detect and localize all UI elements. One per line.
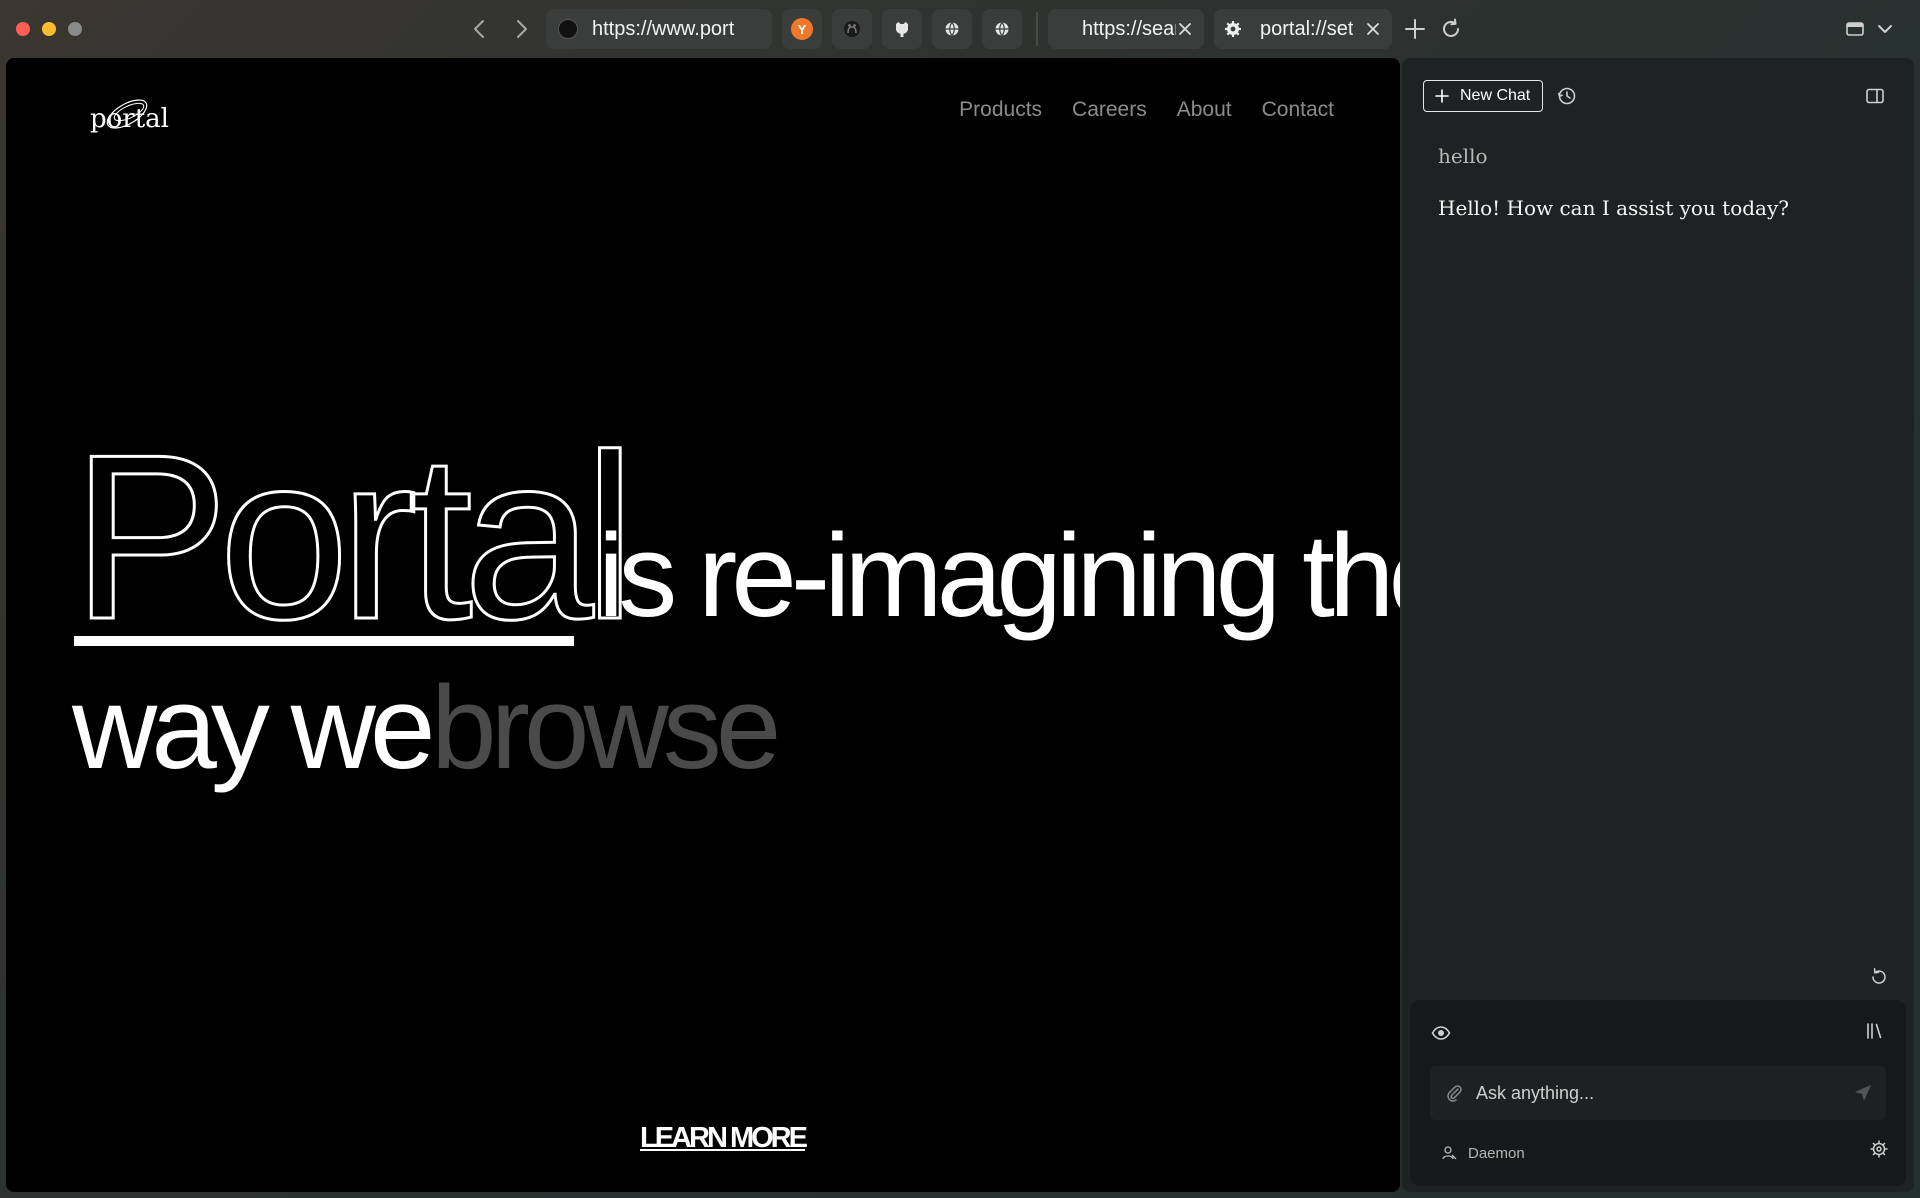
model-name: Daemon: [1468, 1144, 1525, 1162]
chat-composer: Daemon: [1410, 1000, 1906, 1186]
nav-careers[interactable]: Careers: [1072, 98, 1147, 122]
user-message: hello: [1438, 144, 1488, 168]
learn-more-link[interactable]: LEARN MORE: [640, 1122, 808, 1155]
address-bar[interactable]: https://www.port: [546, 9, 772, 49]
history-icon[interactable]: [1556, 85, 1580, 109]
address-url: https://www.port: [592, 17, 735, 40]
hero-accent-word: browse: [431, 662, 777, 794]
nav-about[interactable]: About: [1177, 98, 1232, 122]
library-icon[interactable]: [1864, 1020, 1888, 1044]
refresh-icon[interactable]: [1868, 966, 1892, 990]
hero-line2-start: way we: [71, 662, 431, 794]
plus-icon: [1435, 89, 1449, 103]
minimize-window-button[interactable]: [42, 22, 56, 36]
assistant-panel: New Chat hello Hello! How can I assist y…: [1402, 58, 1914, 1192]
hero-headline: Portal is re-imagining the way we browse: [71, 404, 1401, 795]
hero-underline: [74, 636, 574, 646]
reload-icon[interactable]: [1436, 14, 1466, 44]
nav-products[interactable]: Products: [959, 98, 1042, 122]
pinned-tab-globe-2[interactable]: [982, 9, 1022, 49]
pinned-tab-github-1[interactable]: [832, 9, 872, 49]
pinned-tab-ycombinator[interactable]: Y: [782, 9, 822, 49]
agent-icon: [1442, 1146, 1457, 1160]
logo-text: portal: [90, 104, 169, 134]
globe-icon: [995, 22, 1009, 36]
web-content: portal Products Careers About Contact Po…: [6, 58, 1400, 1192]
zoom-window-button[interactable]: [68, 22, 82, 36]
settings-gear-icon[interactable]: [1868, 1138, 1892, 1162]
tab-label: https://sear: [1082, 17, 1176, 40]
github-icon: [844, 21, 860, 37]
toggle-sidebar-icon[interactable]: [1864, 85, 1888, 109]
tab-label: portal://set: [1260, 17, 1354, 40]
hero-line1-rest: is re-imagining the: [598, 510, 1400, 642]
ycombinator-icon: Y: [791, 18, 813, 40]
nav-contact[interactable]: Contact: [1262, 98, 1334, 122]
new-chat-label: New Chat: [1460, 87, 1531, 104]
close-tab-icon[interactable]: [1364, 20, 1382, 38]
chat-input-box[interactable]: [1430, 1066, 1886, 1120]
close-window-button[interactable]: [16, 22, 30, 36]
site-favicon-icon: [558, 19, 578, 39]
tab-search[interactable]: https://sear: [1048, 9, 1204, 49]
vision-icon[interactable]: [1430, 1022, 1454, 1046]
model-selector[interactable]: Daemon: [1440, 1144, 1525, 1162]
pinned-tab-github-2[interactable]: [882, 9, 922, 49]
back-icon[interactable]: [465, 14, 495, 44]
gear-icon: [1225, 21, 1241, 37]
window-layout-icon[interactable]: [1840, 14, 1870, 44]
ask-input[interactable]: [1476, 1082, 1852, 1104]
browser-toolbar: https://www.port Y https://sear portal:/…: [0, 0, 1920, 58]
tab-separator: [1036, 12, 1038, 46]
send-icon[interactable]: [1852, 1082, 1874, 1104]
new-chat-button[interactable]: New Chat: [1423, 80, 1543, 112]
forward-icon[interactable]: [506, 14, 536, 44]
globe-icon: [945, 22, 959, 36]
site-nav: Products Careers About Contact: [959, 98, 1334, 122]
hero-brand-word: Portal: [72, 405, 626, 668]
github-icon: [896, 22, 908, 37]
new-tab-icon[interactable]: [1400, 14, 1430, 44]
pinned-tab-globe-1[interactable]: [932, 9, 972, 49]
paperclip-icon[interactable]: [1444, 1083, 1464, 1103]
portal-logo[interactable]: portal: [82, 82, 172, 142]
tab-settings[interactable]: portal://set: [1214, 9, 1392, 49]
chevron-down-icon[interactable]: [1870, 14, 1900, 44]
close-tab-icon[interactable]: [1176, 20, 1194, 38]
assistant-message: Hello! How can I assist you today?: [1438, 196, 1789, 220]
